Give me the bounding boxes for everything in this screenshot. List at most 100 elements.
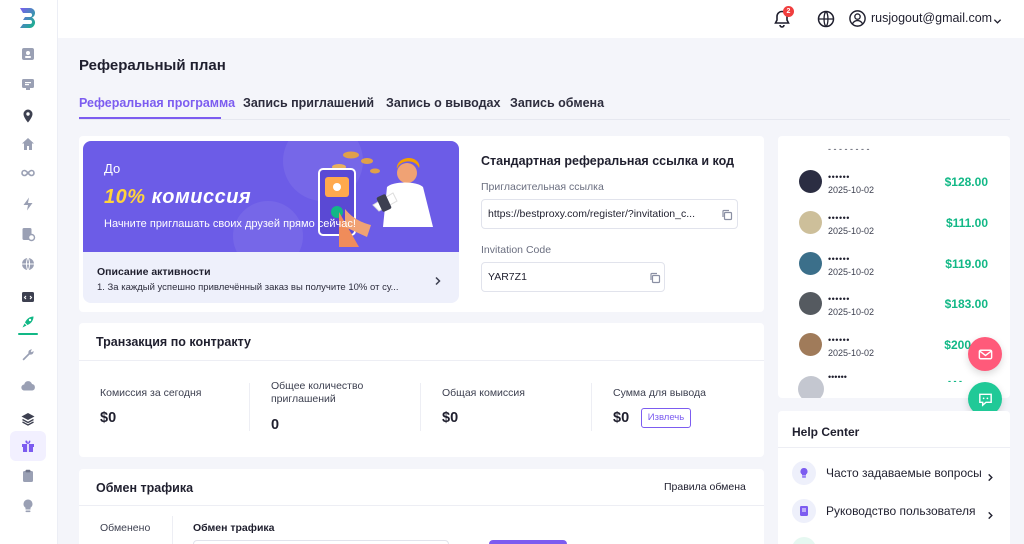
stat-label-total-commission: Общая комиссия <box>442 387 525 399</box>
help-item-label: Руководство пользователя <box>826 504 976 518</box>
tab-bar: Реферальная программа Запись приглашений… <box>79 96 1010 120</box>
code-window-icon[interactable] <box>19 288 37 306</box>
feed-avatar <box>799 292 822 315</box>
tab-referral-program[interactable]: Реферальная программа <box>79 96 235 110</box>
layers-icon[interactable] <box>19 410 37 428</box>
chevron-right-icon <box>986 469 995 482</box>
home-icon[interactable] <box>19 135 37 153</box>
infinity-icon[interactable] <box>19 164 37 182</box>
book-icon <box>792 499 816 523</box>
lightbulb-icon <box>792 461 816 485</box>
feed-name: •••••• <box>828 335 850 345</box>
gift-icon[interactable] <box>19 437 37 455</box>
contract-section-title: Транзакция по контракту <box>96 335 251 349</box>
user-avatar-icon[interactable] <box>848 9 867 28</box>
banner-commission-word: комиссия <box>151 186 252 208</box>
feed-name: •••••• <box>828 213 850 223</box>
divider <box>591 383 592 431</box>
chevron-down-icon[interactable] <box>993 13 1002 24</box>
location-pin-icon[interactable] <box>19 107 37 125</box>
feed-partial-amount: - - - <box>948 376 962 386</box>
stat-label-today-commission: Комиссия за сегодня <box>100 387 202 399</box>
feed-item: •••••• 2025-10-02 $128.00 <box>799 170 991 198</box>
feed-amount: $128.00 <box>944 175 988 189</box>
invitation-code-field[interactable]: YAR7Z1 <box>481 262 665 292</box>
feed-partial-name: •••••• <box>828 372 847 382</box>
feed-item: •••••• 2025-10-02 $200 <box>799 333 991 361</box>
invitation-link-label: Пригласительная ссылка <box>481 181 604 193</box>
feed-date: 2025-10-02 <box>828 185 875 195</box>
invitation-code-value: YAR7Z1 <box>488 271 527 283</box>
user-email[interactable]: rusjogout@gmail.com <box>871 11 992 25</box>
globe-network-icon[interactable] <box>19 255 37 273</box>
clipboard-icon[interactable] <box>19 467 37 485</box>
invitation-link-value: https://bestproxy.com/register/?invitati… <box>488 208 695 220</box>
divider <box>778 447 1010 448</box>
stat-value-total-invitations: 0 <box>271 417 280 433</box>
cloud-icon[interactable] <box>19 377 37 395</box>
document-gear-icon[interactable] <box>19 225 37 243</box>
language-globe-icon[interactable] <box>816 9 836 29</box>
invitation-link-field[interactable]: https://bestproxy.com/register/?invitati… <box>481 199 738 229</box>
exchange-section-title: Обмен трафика <box>96 481 194 495</box>
feed-avatar <box>799 170 822 193</box>
traffic-exchange-label: Обмен трафика <box>193 522 275 534</box>
notification-count-badge: 2 <box>783 6 794 17</box>
feed-name: •••••• <box>828 254 850 264</box>
tab-invitation-records[interactable]: Запись приглашений <box>243 96 374 110</box>
nav-active-underline <box>18 333 38 335</box>
exchange-rules-link[interactable]: Правила обмена <box>664 481 746 493</box>
divider <box>172 516 173 544</box>
banner-percent: 10% <box>104 186 146 208</box>
feed-amount: $111.00 <box>945 216 988 230</box>
feed-amount: $200 <box>944 338 971 352</box>
feed-amount: $119.00 <box>945 257 988 271</box>
invitation-code-label: Invitation Code <box>481 244 552 256</box>
stat-label-total-invitations: Общее количество приглашений <box>271 380 364 405</box>
divider <box>420 383 421 431</box>
rocket-icon[interactable] <box>19 313 37 331</box>
copy-icon[interactable] <box>649 271 661 284</box>
wrench-icon[interactable] <box>19 346 37 364</box>
help-item-user-guide[interactable]: Руководство пользователя <box>792 499 997 525</box>
page-title: Реферальный план <box>79 57 226 74</box>
lightning-icon[interactable] <box>19 195 37 213</box>
mail-float-button[interactable] <box>968 337 1002 371</box>
user-card-icon[interactable] <box>19 45 37 63</box>
tab-withdrawal-records[interactable]: Запись о выводах <box>386 96 500 110</box>
feed-item: •••••• 2025-10-02 $119.00 <box>799 252 991 280</box>
stat-label-withdrawable: Сумма для вывода <box>613 387 706 399</box>
divider <box>79 505 764 506</box>
feed-amount: $183.00 <box>944 297 988 311</box>
help-item-faq[interactable]: Часто задаваемые вопросы <box>792 461 997 487</box>
divider <box>249 383 250 431</box>
monitor-chat-icon[interactable] <box>19 75 37 93</box>
activity-description-panel[interactable]: Описание активности 1. За каждый успешно… <box>83 252 459 303</box>
traffic-exchange-input[interactable] <box>193 540 449 544</box>
activity-title: Описание активности <box>97 266 211 278</box>
feed-name: •••••• <box>828 172 850 182</box>
extract-button[interactable]: Извлечь <box>641 408 691 428</box>
banner-commission-headline: 10% комиссия <box>104 186 251 209</box>
feed-name: •••••• <box>828 294 850 304</box>
active-tab-indicator <box>79 117 221 119</box>
traffic-exchange-button[interactable] <box>489 540 567 544</box>
promo-banner: До 10% комиссия Начните приглашать своих… <box>83 141 459 252</box>
help-item-label: Часто задаваемые вопросы <box>826 466 982 480</box>
tab-exchange-records[interactable]: Запись обмена <box>510 96 604 110</box>
feed-avatar <box>799 333 822 356</box>
banner-subtitle: Начните приглашать своих друзей прямо се… <box>104 218 356 230</box>
feed-avatar <box>799 252 822 275</box>
stat-value-total-commission: $0 <box>442 410 459 426</box>
feed-partial-date: - - - - - - - - <box>828 144 870 154</box>
lightbulb-icon[interactable] <box>19 497 37 515</box>
brand-logo-icon[interactable] <box>16 6 40 30</box>
feed-item: •••••• 2025-10-02 $111.00 <box>799 211 991 239</box>
copy-icon[interactable] <box>721 208 733 221</box>
help-center-title: Help Center <box>792 425 860 439</box>
feed-date: 2025-10-02 <box>828 226 875 236</box>
chevron-right-icon[interactable] <box>433 273 443 286</box>
feed-date: 2025-10-02 <box>828 348 875 358</box>
feed-item: •••••• 2025-10-02 $183.00 <box>799 292 991 320</box>
referral-section-title: Стандартная реферальная ссылка и код <box>481 154 735 168</box>
